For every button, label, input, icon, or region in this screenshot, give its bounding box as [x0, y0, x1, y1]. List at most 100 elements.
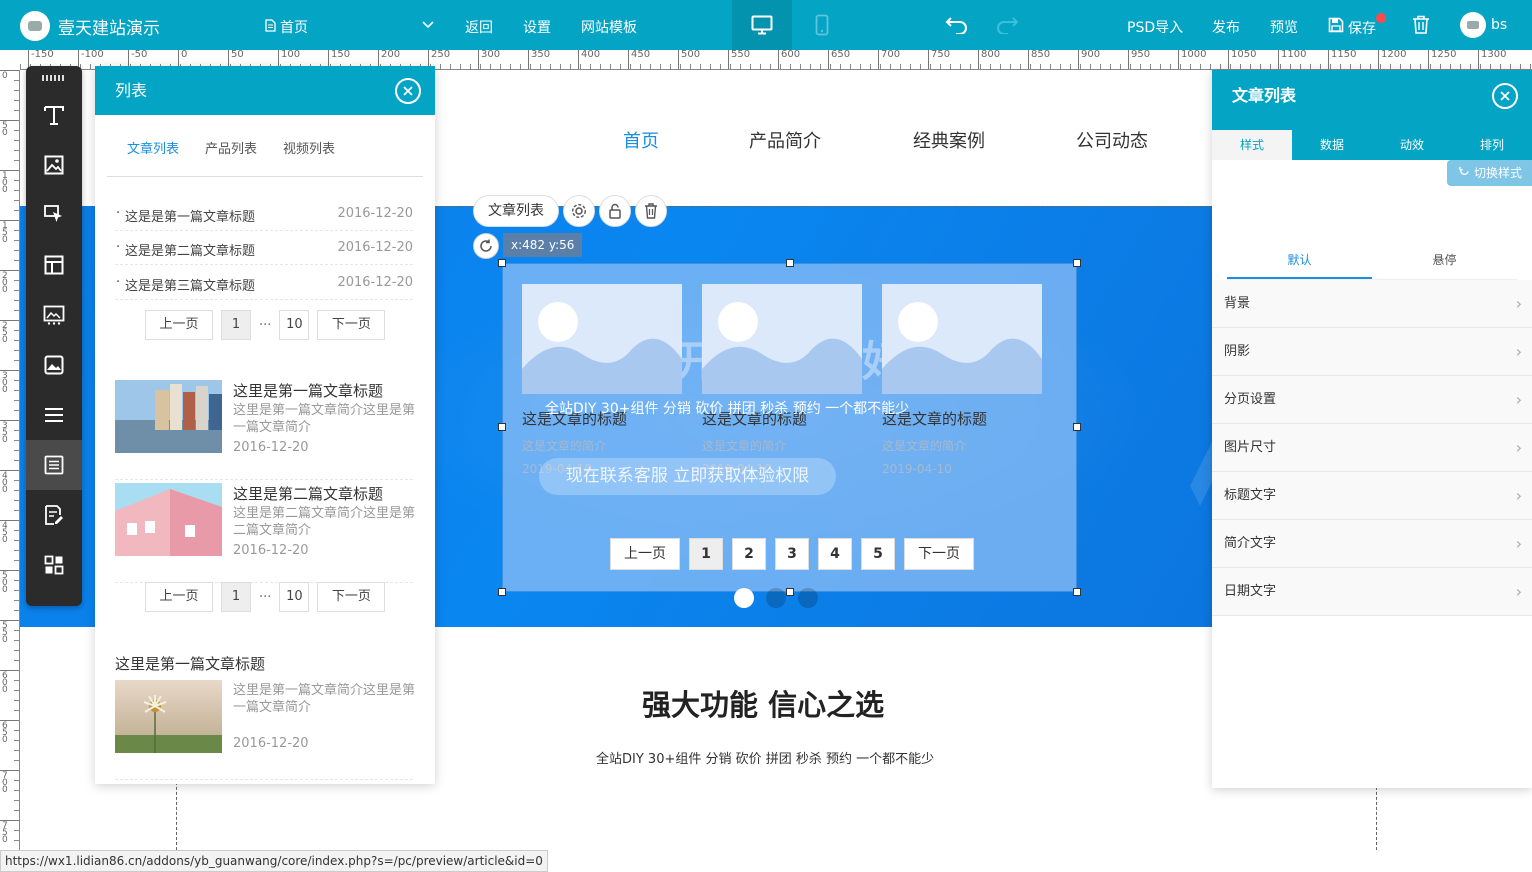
carousel-dot[interactable]	[734, 588, 754, 608]
undo-icon[interactable]	[945, 14, 969, 38]
pager-page-button[interactable]: 1	[689, 538, 723, 570]
prop-row-image-size[interactable]: 图片尺寸 ›	[1212, 424, 1532, 472]
prop-row-pagination[interactable]: 分页设置 ›	[1212, 376, 1532, 424]
carousel-dot[interactable]	[766, 588, 786, 608]
resize-handle[interactable]	[498, 259, 506, 267]
desktop-icon	[751, 15, 773, 35]
avatar[interactable]	[1460, 12, 1486, 38]
tab-data[interactable]: 数据	[1292, 130, 1372, 160]
button-tool-button[interactable]	[26, 190, 82, 240]
page-selector[interactable]: 首页	[265, 17, 308, 37]
preview-button[interactable]: 预览	[1270, 17, 1298, 37]
pager-prev-button[interactable]: 上一页	[145, 310, 213, 340]
carousel-dot[interactable]	[798, 588, 818, 608]
tab-arrange[interactable]: 排列	[1452, 130, 1532, 160]
save-button[interactable]: 保存	[1328, 17, 1376, 38]
pager-page-button[interactable]: 1	[221, 582, 251, 612]
list-item[interactable]: 这是是第二篇文章标题 2016-12-20	[115, 231, 413, 265]
pager-next-button[interactable]: 下一页	[904, 538, 974, 570]
contact-button[interactable]: 现在联系客服 立即获取体验权限	[539, 458, 836, 495]
lock-icon[interactable]	[599, 195, 631, 227]
resize-handle[interactable]	[786, 588, 794, 596]
site-nav-news[interactable]: 公司动态	[1076, 127, 1148, 153]
pager-page-button[interactable]: 10	[279, 582, 310, 612]
vertical-ruler[interactable]: 0 50 100 150 200 250 300 350 400 450 500 550 600 650 7…	[0, 70, 20, 850]
resize-handle[interactable]	[786, 259, 794, 267]
tab-video-list[interactable]: 视频列表	[283, 138, 335, 157]
resize-handle[interactable]	[498, 423, 506, 431]
prop-row-background[interactable]: 背景 ›	[1212, 280, 1532, 328]
back-button[interactable]: 返回	[465, 17, 493, 37]
menu-tool-button[interactable]	[26, 390, 82, 440]
pager-next-button[interactable]: 下一页	[317, 582, 386, 612]
site-nav-cases[interactable]: 经典案例	[913, 127, 985, 153]
article-card[interactable]: 这是文章的标题 这是文章的简介 2019-04-10	[522, 284, 682, 476]
psd-import-button[interactable]: PSD导入	[1127, 17, 1183, 37]
settings-button[interactable]: 设置	[523, 17, 551, 37]
article-title: 这里是第一篇文章标题	[115, 655, 266, 673]
tab-style[interactable]: 样式	[1212, 130, 1292, 160]
slider-tool-button[interactable]	[26, 340, 82, 390]
pager-prev-button[interactable]: 上一页	[145, 582, 213, 612]
prop-row-intro-text[interactable]: 简介文字 ›	[1212, 520, 1532, 568]
rotate-icon[interactable]	[473, 233, 499, 259]
tab-default[interactable]: 默认	[1227, 248, 1372, 279]
article-card[interactable]: 这是文章的标题 这是文章的简介 2019-04-10	[882, 284, 1042, 476]
pager-page-button[interactable]: 3	[775, 538, 809, 570]
resize-handle[interactable]	[1073, 259, 1081, 267]
prop-row-shadow[interactable]: 阴影 ›	[1212, 328, 1532, 376]
templates-button[interactable]: 网站模板	[581, 17, 637, 37]
image-tool-button[interactable]	[26, 140, 82, 190]
list-item[interactable]: 这是是第一篇文章标题 2016-12-20	[115, 197, 413, 231]
gallery-tool-button[interactable]	[26, 290, 82, 340]
tab-animation[interactable]: 动效	[1372, 130, 1452, 160]
site-nav-home[interactable]: 首页	[623, 127, 659, 153]
article-thumbnail	[115, 483, 222, 556]
drag-handle-icon[interactable]	[26, 66, 82, 90]
resize-handle[interactable]	[1073, 588, 1081, 596]
article-list-widget[interactable]: 这是文章的标题 这是文章的简介 2019-04-10 这是文章的标题 这是文章的…	[498, 259, 1081, 596]
prop-row-title-text[interactable]: 标题文字 ›	[1212, 472, 1532, 520]
redo-icon[interactable]	[995, 14, 1019, 38]
chevron-down-icon[interactable]	[422, 18, 434, 34]
article-card[interactable]: 这是文章的标题 这是文章的简介 2019-04-10	[702, 284, 862, 476]
properties-tabs: 样式 数据 动效 排列	[1212, 130, 1532, 160]
pager-page-button[interactable]: 2	[732, 538, 766, 570]
gear-icon[interactable]	[563, 195, 595, 227]
pager-page-button[interactable]: 10	[279, 310, 310, 340]
section-title: 强大功能 信心之选	[642, 688, 885, 722]
site-nav-products[interactable]: 产品简介	[749, 127, 821, 153]
pager-prev-button[interactable]: 上一页	[610, 538, 680, 570]
list-tool-button[interactable]	[26, 440, 82, 490]
prop-row-date-text[interactable]: 日期文字 ›	[1212, 568, 1532, 616]
desktop-view-button[interactable]	[732, 0, 792, 50]
delete-icon[interactable]	[635, 195, 667, 227]
resize-handle[interactable]	[1073, 423, 1081, 431]
text-tool-button[interactable]	[26, 90, 82, 140]
chevron-right-icon: ›	[1515, 582, 1522, 601]
tab-article-list[interactable]: 文章列表	[127, 138, 179, 157]
list-item-title: 这是是第三篇文章标题	[116, 275, 255, 294]
selection-label[interactable]: 文章列表	[473, 195, 559, 227]
form-tool-button[interactable]	[26, 490, 82, 540]
close-icon[interactable]	[395, 78, 421, 104]
username: bs	[1491, 17, 1508, 33]
pager-page-button[interactable]: 5	[861, 538, 895, 570]
pager-page-button[interactable]: 1	[221, 310, 251, 340]
resize-handle[interactable]	[498, 588, 506, 596]
tab-hover[interactable]: 悬停	[1372, 248, 1517, 279]
modules-tool-button[interactable]	[26, 540, 82, 590]
close-icon[interactable]	[1492, 83, 1518, 109]
publish-button[interactable]: 发布	[1212, 17, 1240, 37]
switch-style-button[interactable]: 切换样式	[1447, 160, 1532, 186]
mobile-view-button[interactable]	[792, 0, 852, 50]
layout-tool-button[interactable]	[26, 240, 82, 290]
pager-page-button[interactable]: 4	[818, 538, 852, 570]
pager-next-button[interactable]: 下一页	[317, 310, 386, 340]
article-list-item[interactable]: 这里是第一篇文章简介这里是第一篇文章简介 2016-12-20	[115, 680, 415, 780]
article-list-item[interactable]: 这里是第一篇文章标题 这里是第一篇文章简介这里是第一篇文章简介 2016-12-…	[115, 380, 415, 480]
article-list-item[interactable]: 这里是第二篇文章标题 这里是第二篇文章简介这里是第二篇文章简介 2016-12-…	[115, 483, 415, 583]
list-item[interactable]: 这是是第三篇文章标题 2016-12-20	[115, 266, 413, 300]
trash-icon[interactable]	[1412, 15, 1430, 38]
tab-product-list[interactable]: 产品列表	[205, 138, 257, 157]
